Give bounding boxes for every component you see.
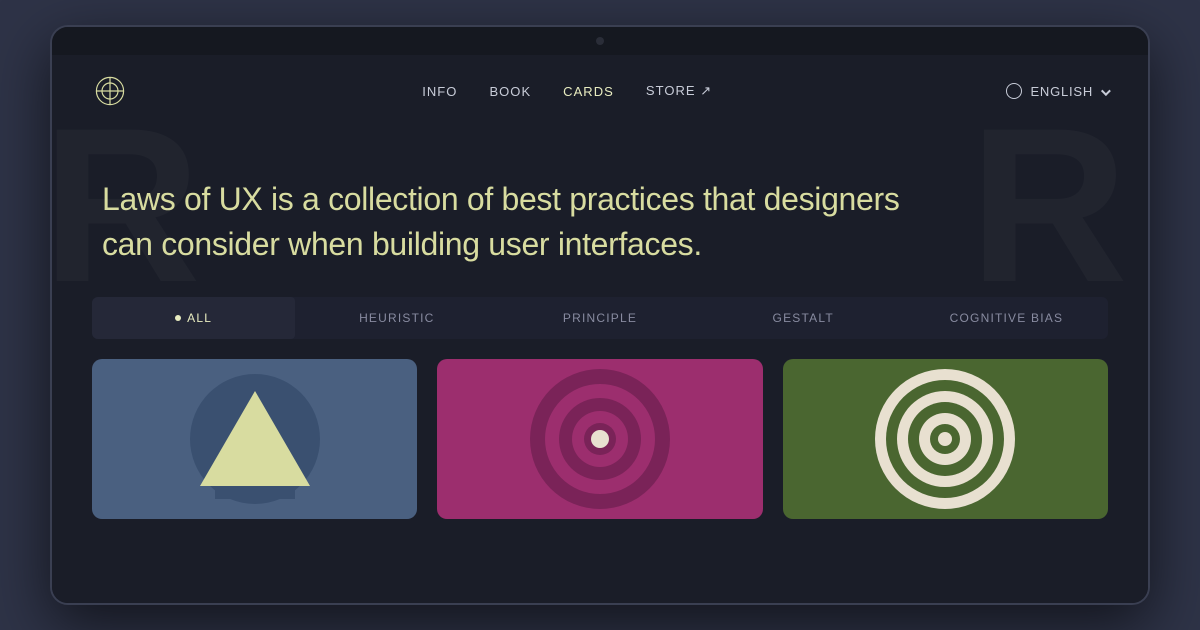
globe-icon xyxy=(1006,83,1022,99)
nav-link-info[interactable]: INFO xyxy=(422,84,457,99)
filter-tab-all[interactable]: ALL xyxy=(92,297,295,339)
filter-label-principle: PRINCIPLE xyxy=(563,311,637,325)
dot-indicator xyxy=(175,315,181,321)
language-selector[interactable]: ENGLISH xyxy=(1006,83,1108,99)
cards-grid xyxy=(52,339,1148,519)
filter-tab-principle[interactable]: PRINCIPLE xyxy=(498,297,701,339)
nav-links: INFO BOOK CARDS STORE ↗ xyxy=(422,83,712,99)
nav-link-cards[interactable]: CARDS xyxy=(563,84,614,99)
filter-bar: ALL HEURISTIC PRINCIPLE GESTALT COGNITIV… xyxy=(92,297,1108,339)
card-bullseye[interactable] xyxy=(783,359,1108,519)
hero-section: Laws of UX is a collection of best pract… xyxy=(52,127,1148,297)
card-blue-inner xyxy=(92,359,417,519)
device-frame: R R INFO BOOK CARDS STORE ↗ EN xyxy=(50,25,1150,605)
hero-text: Laws of UX is a collection of best pract… xyxy=(102,177,922,267)
card-geometric-triangle[interactable] xyxy=(92,359,417,519)
screen: R R INFO BOOK CARDS STORE ↗ EN xyxy=(52,55,1148,603)
logo[interactable] xyxy=(92,73,128,109)
card-triangle-shape xyxy=(200,391,310,486)
circle-6 xyxy=(591,430,609,448)
filter-label-cognitive-bias: COGNITIVE BIAS xyxy=(950,311,1064,325)
filter-tab-heuristic[interactable]: HEURISTIC xyxy=(295,297,498,339)
filter-label-gestalt: GESTALT xyxy=(773,311,834,325)
device-top-bar xyxy=(52,27,1148,55)
navigation: INFO BOOK CARDS STORE ↗ ENGLISH xyxy=(52,55,1148,127)
camera-dot xyxy=(596,37,604,45)
card-concentric-circles[interactable] xyxy=(437,359,762,519)
bullseye-visual xyxy=(875,369,1015,509)
filter-tab-cognitive-bias[interactable]: COGNITIVE BIAS xyxy=(905,297,1108,339)
filter-tab-gestalt[interactable]: GESTALT xyxy=(702,297,905,339)
nav-link-store[interactable]: STORE ↗ xyxy=(646,83,712,99)
filter-label-heuristic: HEURISTIC xyxy=(359,311,434,325)
chevron-down-icon xyxy=(1101,84,1108,99)
filter-label-all: ALL xyxy=(187,311,212,325)
language-label: ENGLISH xyxy=(1030,84,1093,99)
concentric-circles-visual xyxy=(530,369,670,509)
nav-link-book[interactable]: BOOK xyxy=(489,84,531,99)
ring-7 xyxy=(938,432,952,446)
